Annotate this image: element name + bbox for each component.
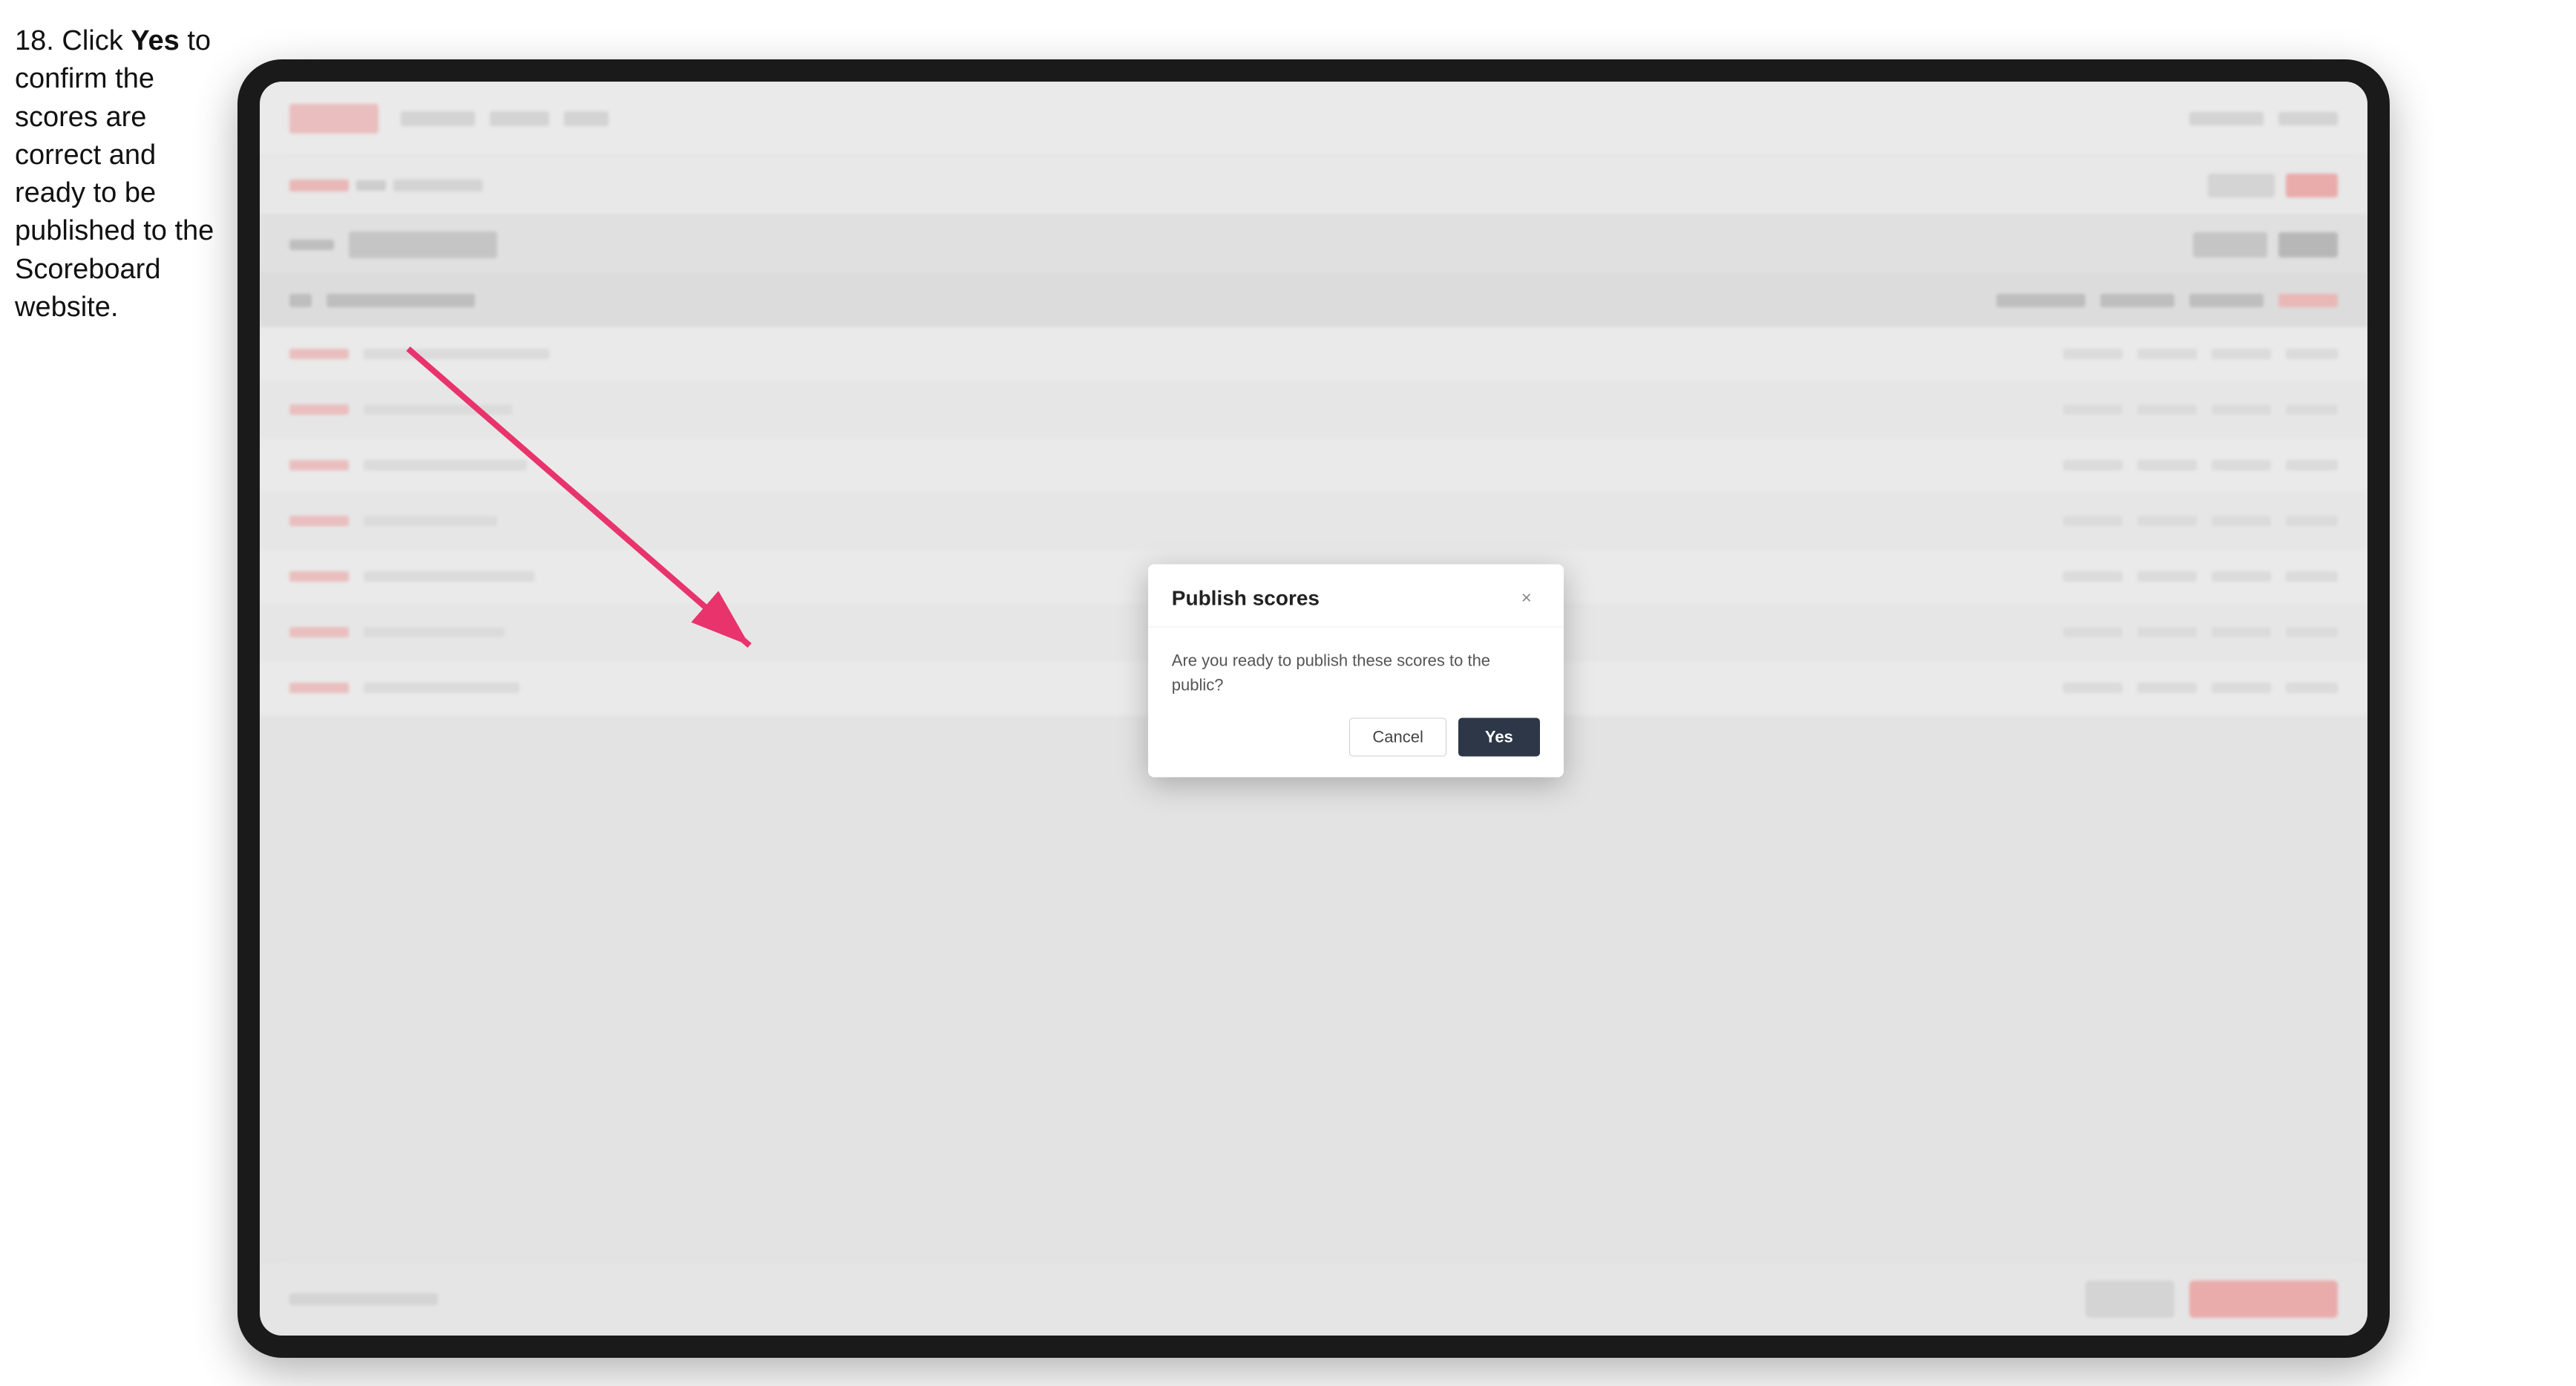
tablet-frame: Publish scores × Are you ready to publis… (237, 59, 2390, 1358)
instruction-text: 18. Click Yes to confirm the scores are … (15, 22, 223, 326)
yes-emphasis: Yes (131, 25, 180, 56)
step-number: 18. (15, 25, 54, 56)
tablet-screen: Publish scores × Are you ready to publis… (260, 82, 2367, 1336)
instruction-arrow (260, 82, 2367, 1336)
